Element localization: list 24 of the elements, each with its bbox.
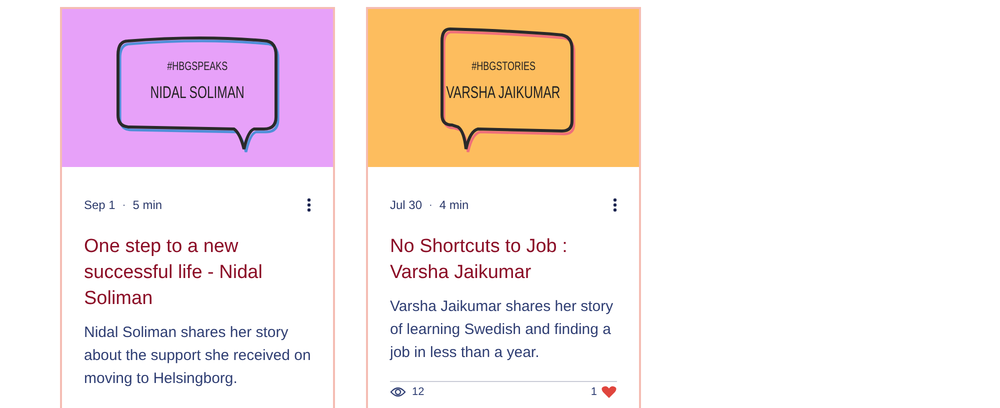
cover-hashtag: #HBGSTORIES [472,59,536,73]
cover-hashtag: #HBGSPEAKS [167,59,228,73]
post-excerpt: Varsha Jaikumar shares her story of learning Swedish and finding a job in less than a year. [390,297,614,363]
cover-name: VARSHA JAIKUMAR [446,83,561,103]
post-card[interactable]: #HBGSPEAKS NIDAL SOLIMAN Sep 1 · 5 min One step to a new successful life - Nidal Soliman Nidal Soliman shares her story about the support she received on moving to Helsingborg. [60,7,335,408]
speech-bubble-icon [116,36,280,154]
heart-icon[interactable] [601,385,617,399]
more-options-icon[interactable] [307,198,311,212]
post-title[interactable]: No Shortcuts to Job : Varsha Jaikumar [390,234,617,286]
separator-dot: · [429,200,432,210]
post-excerpt: Nidal Soliman shares her story about the support she received on moving to Helsingborg. [84,323,311,389]
post-card[interactable]: #HBGSTORIES VARSHA JAIKUMAR Jul 30 · 4 min No Shortcuts to Job : Varsha Jaikumar Varsha Jaikumar shares her story of learning Swedish and finding a job in less than a year. 12 1 [366,7,641,408]
view-count: 12 [412,386,424,398]
post-title[interactable]: One step to a new successful life - Nidal Soliman [84,234,311,312]
read-time: 5 min [132,198,162,212]
speech-bubble-icon [440,28,576,154]
more-options-icon[interactable] [613,198,617,212]
read-time: 4 min [439,198,469,212]
cover-name: NIDAL SOLIMAN [150,83,245,103]
like-count: 1 [590,386,597,398]
post-date: Sep 1 [84,198,116,212]
separator-dot: · [122,200,126,210]
eye-icon [390,385,406,399]
post-date: Jul 30 [390,198,422,212]
